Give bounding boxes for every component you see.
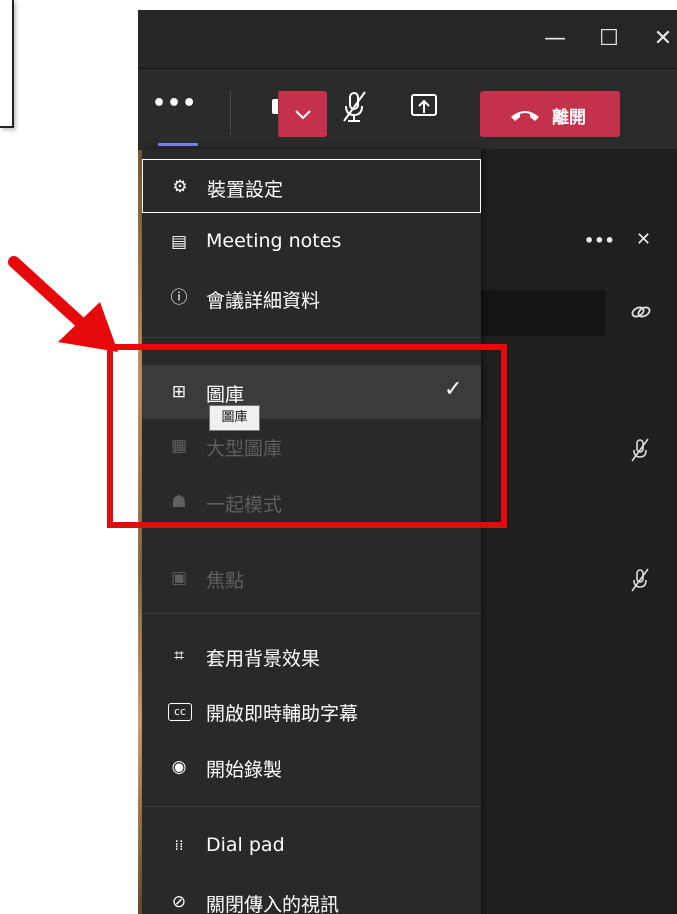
chevron-down-icon (295, 110, 311, 120)
menu-item-label: 關閉傳入的視訊 (206, 894, 340, 914)
menu-item-label: 開始錄製 (206, 759, 283, 781)
annotation-arrow (8, 256, 118, 352)
menu-item-meeting-notes[interactable]: ▤ Meeting notes (142, 215, 481, 269)
phone-hangup-icon (511, 111, 539, 121)
link-icon[interactable] (630, 303, 652, 321)
participant-mic-off-icon (631, 438, 649, 462)
menu-item-focus: ▣ 焦點 (142, 551, 481, 605)
menu-item-dial-pad[interactable]: ⁞⁞ Dial pad (142, 819, 481, 873)
menu-item-live-captions[interactable]: cc 開啟即時輔助字幕 (142, 684, 481, 738)
focus-icon: ▣ (170, 568, 188, 588)
title-bar: — ☐ ✕ (138, 10, 677, 69)
leave-options-button[interactable] (278, 91, 327, 137)
meeting-toolbar: ••• 離開 (138, 69, 677, 149)
active-indicator (158, 143, 198, 146)
notes-icon: ▤ (170, 232, 188, 252)
minimize-button[interactable]: — (540, 24, 570, 54)
share-button[interactable] (404, 87, 444, 127)
menu-item-label: 開啟即時輔助字幕 (206, 703, 359, 725)
video-off-icon: ⊘ (171, 892, 187, 912)
menu-item-label: 套用背景效果 (206, 648, 321, 670)
mic-off-icon (343, 91, 366, 122)
record-icon: ◉ (171, 757, 187, 777)
close-window-button[interactable]: ✕ (648, 24, 677, 54)
info-icon: ⓘ (170, 288, 188, 308)
menu-item-label: 焦點 (206, 570, 245, 592)
more-actions-menu: ⚙ 裝置設定 ▤ Meeting notes ⓘ 會議詳細資料 ⊞ 圖庫 ✓ ▦… (142, 149, 481, 914)
participant-mic-off-icon (631, 568, 649, 592)
leave-button-main: 離開 (480, 91, 620, 137)
menu-divider (142, 806, 481, 807)
annotation-highlight-box (107, 344, 507, 528)
gear-icon: ⚙ (172, 177, 188, 197)
panel-more-button[interactable]: ••• (584, 231, 615, 250)
leave-label: 離開 (552, 108, 586, 128)
captions-icon: cc (168, 703, 192, 721)
menu-item-start-recording[interactable]: ◉ 開始錄製 (142, 740, 481, 794)
leave-button[interactable]: 離開 (480, 91, 620, 137)
menu-item-label: Dial pad (206, 834, 285, 856)
toolbar-divider (230, 91, 231, 135)
menu-item-background-effects[interactable]: ⌗ 套用背景效果 (142, 629, 481, 683)
menu-item-label: 裝置設定 (207, 179, 284, 201)
panel-close-button[interactable]: ✕ (636, 229, 651, 250)
dialpad-icon: ⁞⁞ (174, 838, 184, 854)
share-screen-icon (411, 94, 437, 116)
menu-item-label: 會議詳細資料 (206, 290, 321, 312)
more-actions-button[interactable]: ••• (152, 87, 196, 127)
participants-panel: ••• ✕ (480, 149, 677, 914)
panel-search-field[interactable] (480, 290, 606, 336)
mic-button[interactable] (334, 87, 374, 127)
menu-divider (142, 337, 481, 338)
menu-item-label: Meeting notes (206, 230, 342, 252)
menu-item-device-settings[interactable]: ⚙ 裝置設定 (142, 159, 481, 213)
menu-item-turn-off-incoming-video[interactable]: ⊘ 關閉傳入的視訊 (142, 875, 481, 914)
background-effects-icon: ⌗ (174, 646, 184, 666)
menu-item-meeting-details[interactable]: ⓘ 會議詳細資料 (142, 271, 481, 325)
background-window-edge (0, 0, 14, 128)
menu-divider (142, 613, 481, 614)
maximize-button[interactable]: ☐ (594, 24, 624, 54)
